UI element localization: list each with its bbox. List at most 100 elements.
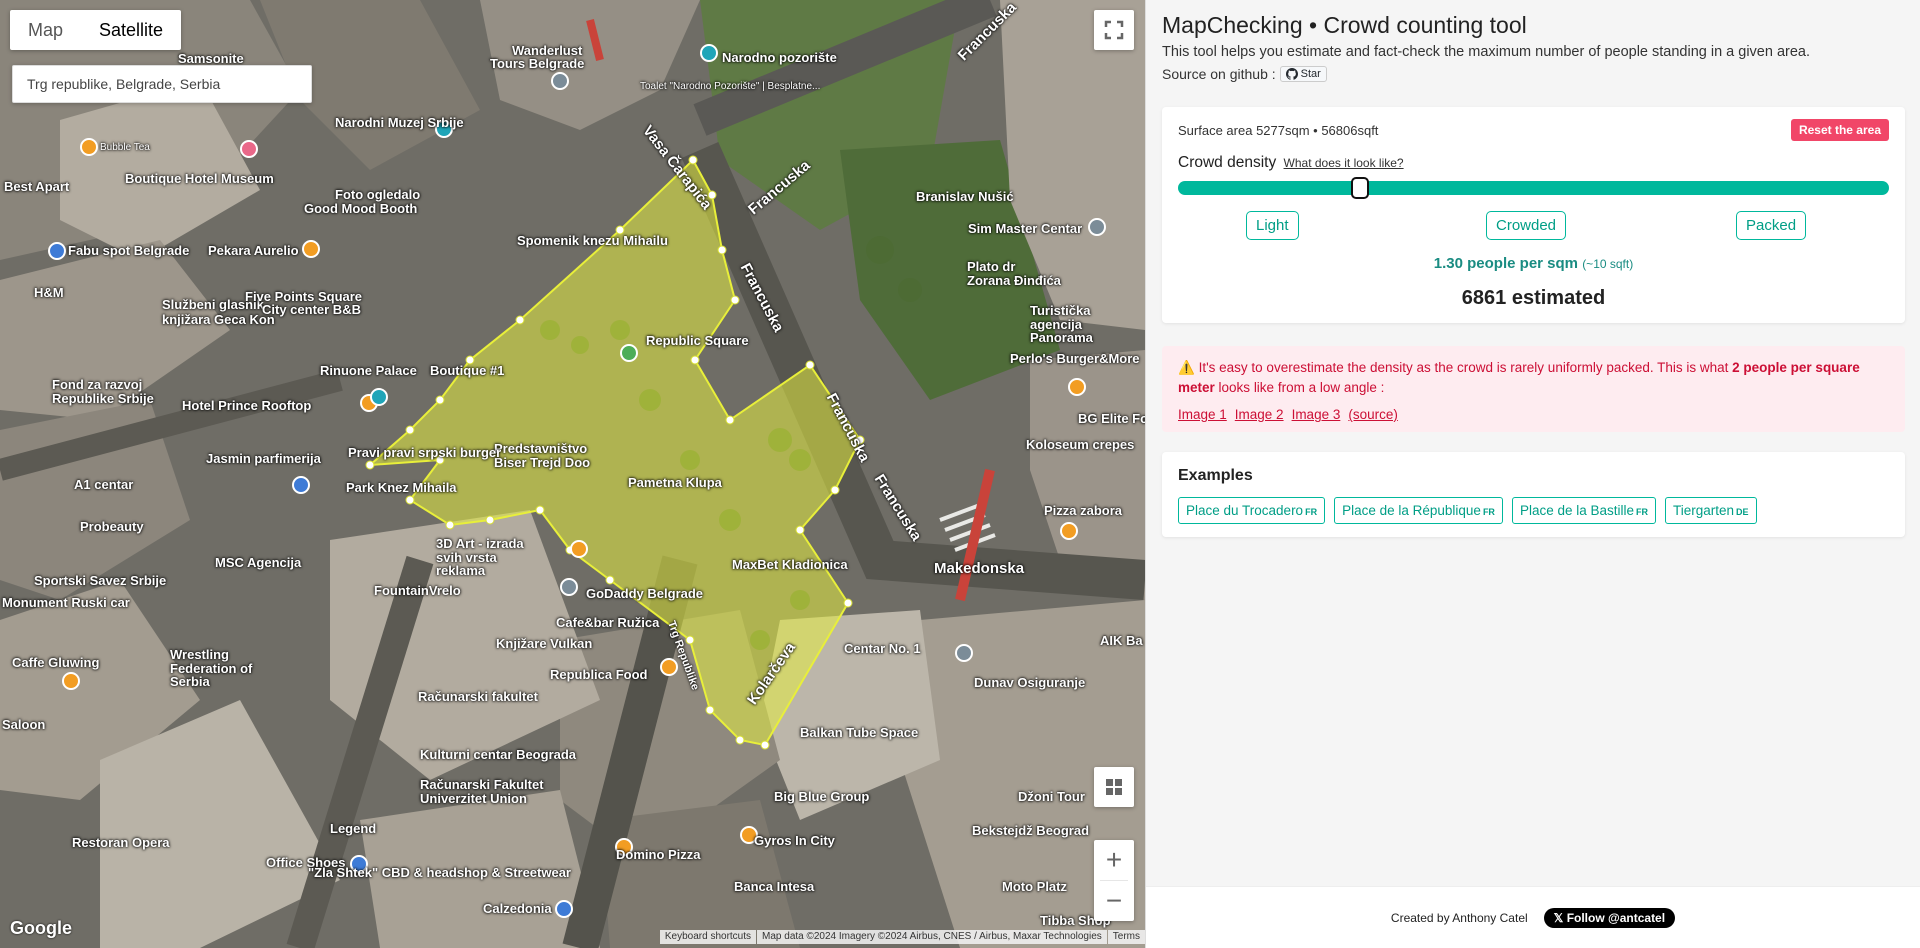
density-light-button[interactable]: Light xyxy=(1246,211,1299,240)
poi-pin[interactable] xyxy=(292,476,310,494)
poi-pin[interactable] xyxy=(555,900,573,918)
poi-pin[interactable] xyxy=(1060,522,1078,540)
source-link[interactable]: (source) xyxy=(1348,405,1398,425)
map-label: Wrestling Federation of Serbia xyxy=(170,647,253,690)
map-label: FountainVrelo xyxy=(374,583,461,598)
estimated-count: 6861 estimated xyxy=(1461,287,1606,309)
image-1-link[interactable]: Image 1 xyxy=(1178,405,1227,425)
example-label: Place de la République xyxy=(1342,503,1481,518)
map-type-map-button[interactable]: Map xyxy=(10,10,81,50)
map-label: Park Knez Mihaila xyxy=(346,480,457,495)
map-label: Predstavništvo Biser Trejd Doo xyxy=(494,441,591,470)
map-label: BG Elite Food xyxy=(1078,411,1145,426)
map-attribution: Keyboard shortcuts Map data ©2024 Imager… xyxy=(659,930,1145,944)
map-label: Bubble Tea xyxy=(100,142,150,153)
map-label: A1 centar xyxy=(74,477,134,492)
density-help-link[interactable]: What does it look like? xyxy=(1284,156,1404,170)
map-type-satellite-button[interactable]: Satellite xyxy=(81,10,181,50)
map-label: H&M xyxy=(34,285,64,300)
source-row: Source on github : Star xyxy=(1162,66,1904,82)
poi-pin[interactable] xyxy=(551,72,569,90)
warning-text-1: It's easy to overestimate the density as… xyxy=(1198,360,1729,375)
poi-pin[interactable] xyxy=(660,658,678,676)
example-button[interactable]: Place de la Bastille FR xyxy=(1511,497,1657,524)
map-label: Rinuone Palace xyxy=(320,363,417,378)
map-label: Branislav Nušić xyxy=(916,189,1014,204)
poi-pin[interactable] xyxy=(560,578,578,596)
density-packed-button[interactable]: Packed xyxy=(1736,211,1807,240)
density-label: Crowd density xyxy=(1178,154,1277,171)
surface-area: Surface area 5277sqm • 56806sqft xyxy=(1178,123,1378,138)
footer-credit: Created by Anthony Catel xyxy=(1390,910,1528,925)
github-icon xyxy=(1285,68,1298,80)
twitter-follow-button[interactable]: 𝕏 Follow @antcatel xyxy=(1543,907,1676,928)
density-crowded-button[interactable]: Crowded xyxy=(1486,211,1567,240)
poi-pin[interactable] xyxy=(48,242,66,260)
location-search-input[interactable] xyxy=(12,65,312,103)
image-2-link[interactable]: Image 2 xyxy=(1235,405,1284,425)
poi-pin[interactable] xyxy=(955,644,973,662)
map-label: Domino Pizza xyxy=(616,847,701,862)
fullscreen-button[interactable] xyxy=(1094,10,1134,50)
density-slider[interactable] xyxy=(1178,177,1889,199)
map-label: Knjižare Vulkan xyxy=(496,636,593,651)
map-label: AIK Ba xyxy=(1100,633,1143,648)
map-label: Pravi pravi srpski burger xyxy=(348,445,502,460)
map-label: Foto ogledalo xyxy=(335,187,421,202)
example-button[interactable]: Place du Trocadero FR xyxy=(1178,497,1326,524)
map-label: City center B&B xyxy=(262,302,361,317)
map-label: Turistička agencija Panorama xyxy=(1030,303,1093,346)
github-star-button[interactable]: Star xyxy=(1279,66,1327,82)
terms-link[interactable]: Terms xyxy=(1107,930,1145,944)
layers-button[interactable] xyxy=(1094,767,1134,807)
reset-area-button[interactable]: Reset the area xyxy=(1790,119,1889,141)
satellite-map[interactable]: Samsonite Wanderlust Tours Belgrade Naro… xyxy=(0,0,1145,948)
example-label: Place de la Bastille xyxy=(1519,503,1635,518)
poi-pin[interactable] xyxy=(700,44,718,62)
poi-pin[interactable] xyxy=(62,672,80,690)
poi-pin[interactable] xyxy=(302,240,320,258)
map-label: Monument Ruski car xyxy=(2,595,130,610)
map-label: Računarski Fakultet Univerzitet Union xyxy=(420,777,544,806)
poi-pin[interactable] xyxy=(240,140,258,158)
fullscreen-icon xyxy=(1104,20,1124,40)
minus-icon: − xyxy=(1105,885,1123,916)
poi-pin[interactable] xyxy=(80,138,98,156)
warning-icon: ⚠️ xyxy=(1178,360,1195,375)
map-label: Perlo's Burger&More xyxy=(1010,351,1140,366)
poi-pin[interactable] xyxy=(370,388,388,406)
surface-value: 5277sqm • 56806sqft xyxy=(1256,123,1379,138)
poi-pin[interactable] xyxy=(570,540,588,558)
poi-pin[interactable] xyxy=(1088,218,1106,236)
poi-pin[interactable] xyxy=(620,344,638,362)
map-label: Računarski fakultet xyxy=(418,689,538,704)
examples-card: Examples Place du Trocadero FR Place de l… xyxy=(1162,452,1905,537)
satellite-imagery xyxy=(0,0,1145,948)
map-label: Narodno pozorište xyxy=(722,50,837,65)
example-button[interactable]: Place de la République FR xyxy=(1334,497,1503,524)
map-label: Spomenik knezu Mihailu xyxy=(517,233,668,248)
map-label: Boutique Hotel Museum xyxy=(125,171,274,186)
example-country: FR xyxy=(1482,507,1495,517)
example-label: Tiergarten xyxy=(1673,503,1735,518)
page-subtitle: This tool helps you estimate and fact-ch… xyxy=(1162,44,1811,60)
map-label: Probeauty xyxy=(80,519,144,534)
example-button[interactable]: Tiergarten DE xyxy=(1665,497,1757,524)
map-label: MaxBet Kladionica xyxy=(732,557,848,572)
zoom-out-button[interactable]: − xyxy=(1094,881,1134,921)
people-per-sqm: 1.30 people per sqm (~10 sqft) xyxy=(1162,255,1905,272)
map-label: Big Blue Group xyxy=(774,789,870,804)
zoom-in-button[interactable]: + xyxy=(1094,840,1134,880)
keyboard-shortcuts-link[interactable]: Keyboard shortcuts xyxy=(659,930,757,944)
poi-pin[interactable] xyxy=(1068,378,1086,396)
map-label: Banca Intesa xyxy=(734,879,815,894)
map-label: Good Mood Booth xyxy=(304,201,418,216)
map-label: Bekstejdž Beograd xyxy=(972,823,1090,838)
map-label: Best Apart xyxy=(4,179,70,194)
image-3-link[interactable]: Image 3 xyxy=(1292,405,1341,425)
map-label: 3D Art - izrada svih vrsta reklama xyxy=(436,536,524,579)
page-title: MapChecking • Crowd counting tool xyxy=(1162,12,1527,38)
map-label: Dunav Osiguranje xyxy=(974,675,1086,690)
warning-links: Image 1 Image 2 Image 3 (source) xyxy=(1178,405,1889,425)
density-slider-thumb[interactable] xyxy=(1351,177,1369,199)
